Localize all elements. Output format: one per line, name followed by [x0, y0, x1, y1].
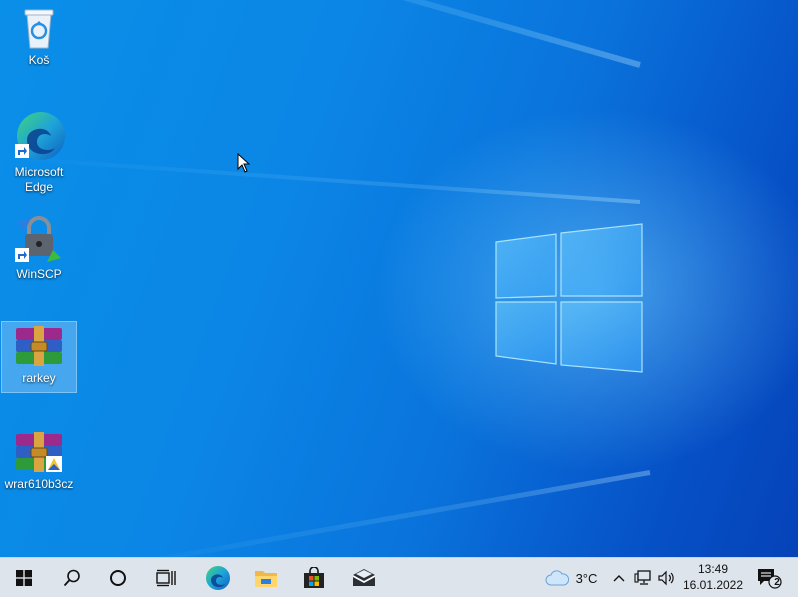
network-icon — [634, 570, 651, 585]
desktop-icon-rarkey[interactable]: rarkey — [1, 321, 77, 393]
cortana-icon — [110, 570, 126, 586]
notification-count: 2 — [774, 577, 780, 588]
start-button[interactable] — [0, 558, 48, 598]
mouse-cursor-icon — [237, 153, 251, 173]
windows-start-icon — [16, 570, 32, 586]
desktop-icon-label: Koš — [28, 53, 50, 67]
desktop-icon-recycle-bin[interactable]: Koš — [2, 6, 76, 68]
desktop-icon-wrar610b3cz[interactable]: wrar610b3cz — [2, 430, 76, 492]
volume-button[interactable] — [656, 558, 678, 598]
light-ray — [88, 470, 651, 557]
desktop-icon-label: wrar610b3cz — [4, 477, 74, 491]
file-explorer-icon — [255, 571, 277, 587]
winrar-icon — [16, 326, 62, 366]
search-icon — [63, 569, 80, 587]
search-button[interactable] — [48, 558, 96, 598]
clock-time: 13:49 — [697, 562, 729, 576]
store-icon — [304, 567, 324, 588]
winrar-installer-icon — [16, 432, 62, 472]
taskbar: 3°C 13:49 16.01.2022 2 — [0, 557, 798, 597]
volume-icon — [658, 570, 674, 586]
task-view-icon — [156, 569, 176, 587]
taskbar-edge-button[interactable] — [194, 558, 242, 598]
desktop-icon-winscp[interactable]: WinSCP — [2, 216, 76, 282]
desktop-icon-label: WinSCP — [16, 267, 62, 281]
network-button[interactable] — [632, 558, 654, 598]
winscp-icon — [15, 216, 61, 262]
task-view-button[interactable] — [142, 558, 190, 598]
taskbar-mail-button[interactable] — [340, 558, 388, 598]
weather-widget[interactable]: 3°C — [542, 558, 600, 598]
show-hidden-icons-button[interactable] — [610, 558, 628, 598]
edge-icon — [206, 566, 230, 590]
clock-date: 16.01.2022 — [682, 578, 744, 592]
desktop-icon-label: Microsoft Edge — [14, 165, 64, 194]
taskbar-store-button[interactable] — [290, 558, 338, 598]
weather-temperature: 3°C — [575, 570, 598, 586]
desktop-icon-label: rarkey — [22, 371, 56, 385]
mail-icon — [353, 569, 375, 586]
cloud-icon — [545, 570, 569, 586]
windows-logo-wallpaper — [495, 223, 643, 373]
chevron-up-icon — [613, 575, 625, 582]
taskbar-file-explorer-button[interactable] — [242, 558, 290, 598]
edge-icon — [15, 112, 65, 160]
clock[interactable]: 13:49 16.01.2022 — [680, 561, 746, 593]
notification-center-button[interactable]: 2 — [752, 558, 786, 598]
desktop[interactable]: Koš Microsoft Edge WinSCP rarkey wrar610… — [0, 0, 798, 557]
recycle-bin-icon — [24, 9, 54, 49]
light-ray — [62, 0, 641, 68]
cortana-button[interactable] — [94, 558, 142, 598]
light-ray — [1, 155, 641, 204]
desktop-icon-microsoft-edge[interactable]: Microsoft Edge — [2, 110, 76, 195]
